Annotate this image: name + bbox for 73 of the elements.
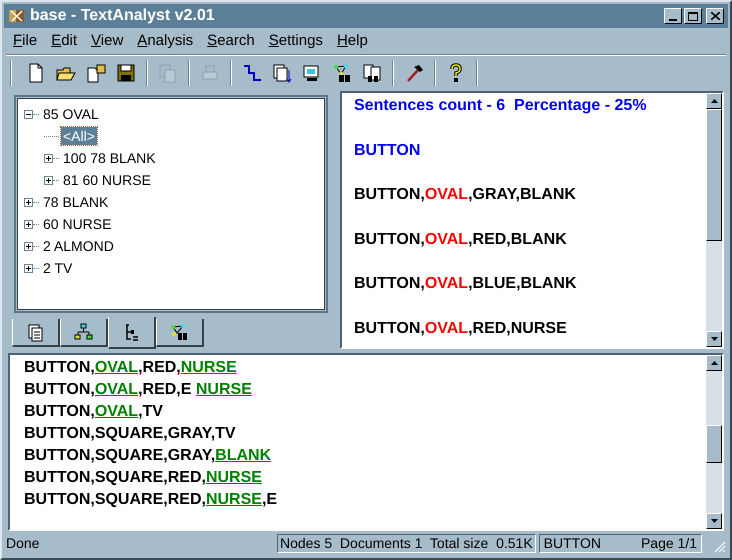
text-line: BUTTON,SQUARE,GRAY,TV — [24, 424, 237, 444]
status-word: BUTTON — [544, 534, 601, 552]
vertical-scrollbar[interactable] — [706, 93, 722, 347]
scroll-thumb[interactable] — [706, 425, 722, 463]
expand-icon[interactable] — [24, 220, 33, 228]
tab[interactable] — [60, 319, 108, 347]
tree-item[interactable]: 60 NURSE — [41, 215, 114, 233]
expand-icon[interactable] — [24, 198, 33, 206]
text-line: BUTTON,OVAL,RED,BLANK — [354, 230, 568, 250]
close-icon — [710, 12, 720, 20]
close-button[interactable] — [706, 8, 724, 24]
document-database-icon — [85, 62, 107, 84]
down-arrow-icon — [710, 519, 718, 523]
tree-item[interactable]: <All> — [61, 127, 97, 145]
tree-item[interactable]: 2 TV — [41, 259, 74, 277]
expand-icon[interactable] — [24, 242, 33, 250]
documents-icon — [26, 322, 46, 342]
document-binoculars-icon — [361, 62, 383, 84]
network-binoculars-icon — [170, 322, 190, 342]
steps-icon — [241, 62, 263, 84]
vertical-scrollbar[interactable] — [706, 355, 722, 529]
status-page: Page 1/1 — [640, 534, 698, 553]
hierarchy-icon — [74, 322, 94, 342]
tab[interactable] — [12, 319, 60, 347]
text-line: BUTTON,OVAL,RED,NURSE — [354, 318, 568, 338]
scroll-thumb[interactable] — [706, 109, 722, 241]
text-line: BUTTON,OVAL,BLUE,BLANK — [354, 274, 578, 294]
text-line: BUTTON,SQUARE,GRAY,BLANK — [24, 446, 272, 466]
scroll-down-button[interactable] — [706, 331, 722, 347]
tab[interactable] — [156, 319, 204, 347]
network-binoculars-icon — [331, 62, 353, 84]
tab[interactable] — [108, 317, 156, 349]
up-arrow-icon — [710, 99, 718, 103]
save-icon — [115, 62, 137, 84]
menu-item[interactable]: Help — [330, 31, 375, 51]
menu-item[interactable]: File — [6, 31, 44, 51]
app-icon — [8, 7, 26, 25]
expand-icon[interactable] — [24, 264, 33, 272]
text-line: BUTTON — [354, 140, 422, 160]
expand-icon[interactable] — [44, 154, 53, 162]
tree-item[interactable]: 2 ALMOND — [41, 237, 116, 255]
menu-item[interactable]: View — [84, 31, 130, 51]
collapse-icon[interactable] — [24, 110, 33, 118]
stacked-pages-icon — [271, 62, 293, 84]
maximize-icon — [688, 12, 698, 20]
text-line: BUTTON,OVAL,RED,E NURSE — [24, 380, 253, 400]
scroll-up-button[interactable] — [706, 93, 722, 109]
expand-icon[interactable] — [44, 176, 53, 184]
tree-item[interactable]: 78 BLANK — [41, 193, 110, 211]
menu-item[interactable]: Settings — [262, 31, 330, 51]
tree-item[interactable]: 85 OVAL — [41, 105, 101, 123]
tree-item[interactable]: 81 60 NURSE — [61, 171, 153, 189]
status-message: Done — [6, 534, 40, 552]
minimize-button[interactable] — [664, 8, 682, 24]
text-line: BUTTON,OVAL,RED,NURSE — [24, 358, 238, 378]
menu-item[interactable]: Search — [200, 31, 262, 51]
text-line: Sentences count - 6 Percentage - 25% — [354, 96, 648, 116]
menu-item[interactable]: Analysis — [130, 31, 200, 51]
down-arrow-icon — [710, 337, 718, 341]
scroll-up-button[interactable] — [706, 355, 722, 371]
resize-grip-icon[interactable] — [714, 541, 726, 553]
scroll-down-button[interactable] — [706, 513, 722, 529]
text-line: BUTTON,SQUARE,RED,NURSE — [24, 468, 263, 488]
tree-item[interactable]: 100 78 BLANK — [61, 149, 158, 167]
text-line: BUTTON,SQUARE,RED,NURSE,E — [24, 490, 278, 510]
text-line: BUTTON,OVAL,GRAY,BLANK — [354, 185, 577, 205]
menu-item[interactable]: Edit — [44, 31, 84, 51]
minimize-icon — [669, 19, 677, 21]
status-stats: Nodes 5 Documents 1 Total size 0.51K — [280, 534, 533, 552]
up-arrow-icon — [710, 361, 718, 365]
window-title: base - TextAnalyst v2.01 — [30, 6, 215, 26]
text-line: BUTTON,OVAL,TV — [24, 402, 164, 422]
maximize-button[interactable] — [684, 8, 702, 24]
